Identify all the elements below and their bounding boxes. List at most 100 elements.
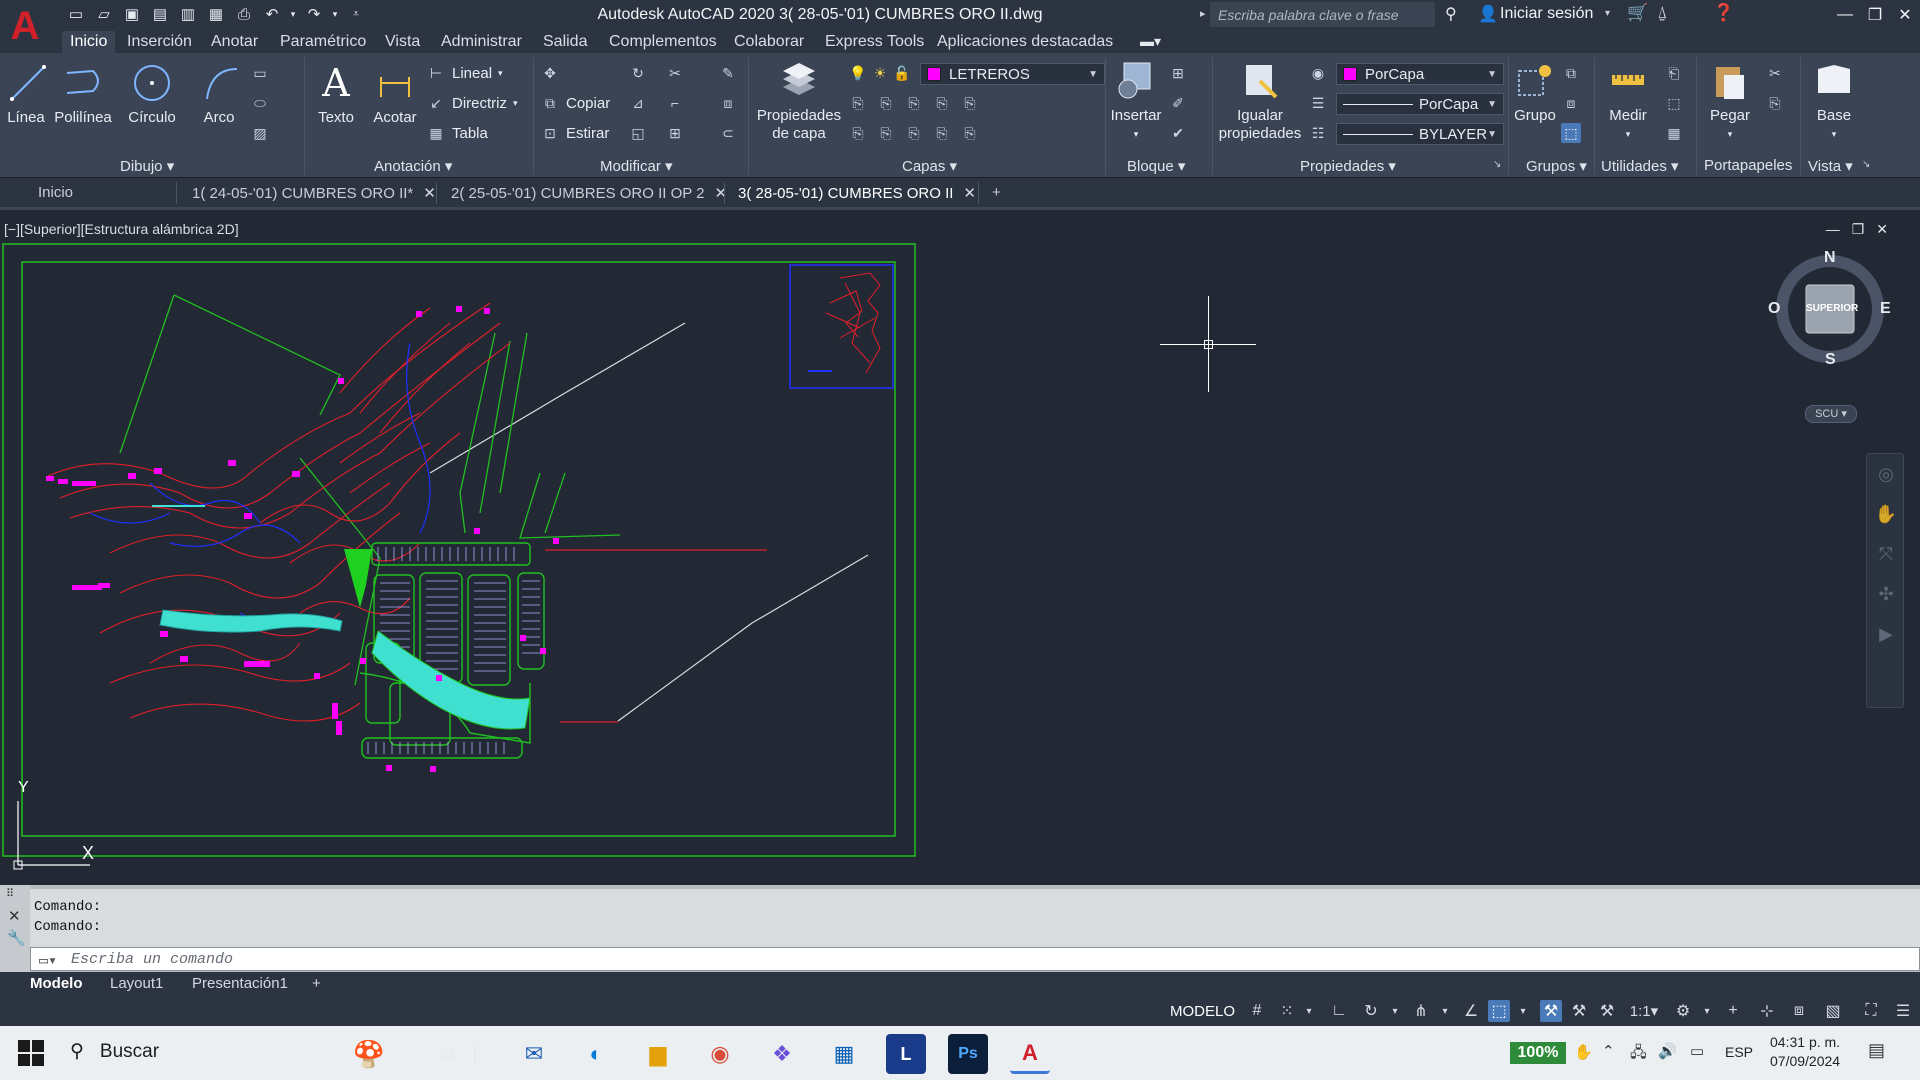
add-layout-icon[interactable]: +: [312, 975, 321, 992]
ribbon-options-icon[interactable]: ▬▾: [1140, 33, 1161, 50]
l-app-icon[interactable]: L: [886, 1034, 926, 1074]
layer-match-icon[interactable]: ⎘: [848, 93, 868, 113]
command-close-icon[interactable]: ✕: [8, 907, 21, 925]
layer-walk-icon[interactable]: ⎘: [960, 93, 980, 113]
create-block-icon[interactable]: ⊞: [1168, 63, 1188, 83]
scale-icon[interactable]: ◱: [628, 123, 648, 143]
annotation-monitor-icon[interactable]: +: [1722, 1000, 1744, 1022]
auto-scale-icon[interactable]: ⚒: [1568, 1000, 1590, 1022]
base-view-button[interactable]: Base ▾: [1810, 59, 1858, 143]
edit-attributes-icon[interactable]: ✔: [1168, 123, 1188, 143]
orbit-icon[interactable]: ✣: [1867, 574, 1905, 614]
linetype-icon[interactable]: ☷: [1308, 123, 1328, 143]
layer-previous-icon[interactable]: ⎘: [876, 93, 896, 113]
help-search-input[interactable]: Escriba palabra clave o frase: [1210, 2, 1435, 27]
rotate-icon[interactable]: ↻: [628, 63, 648, 83]
file-tab-inicio[interactable]: Inicio: [38, 184, 73, 201]
lineweight-dropdown[interactable]: BYLAYER ▼: [1336, 123, 1504, 145]
tab-administrar[interactable]: Administrar: [441, 31, 522, 53]
touch-icon[interactable]: ✋: [1574, 1043, 1593, 1061]
leader-button[interactable]: ↙ Directriz ▾: [426, 93, 517, 113]
restore-icon[interactable]: ❐: [1860, 0, 1890, 29]
autocad-app-icon[interactable]: A: [1010, 1034, 1050, 1074]
object-snap-tracking-icon[interactable]: ∠: [1460, 1000, 1482, 1022]
customization-icon[interactable]: ☰: [1892, 1000, 1914, 1022]
layer-thaw-icon[interactable]: ⎘: [904, 123, 924, 143]
layer-off-icon[interactable]: ⎘: [848, 123, 868, 143]
properties-launcher-icon[interactable]: ↘: [1493, 159, 1501, 170]
layer-dropdown[interactable]: LETREROS ▼: [920, 63, 1105, 85]
annotation-visibility-icon[interactable]: ⚒: [1540, 1000, 1562, 1022]
panel-title-modificar[interactable]: Modificar ▾: [600, 157, 673, 175]
panel-title-propiedades[interactable]: Propiedades ▾: [1300, 157, 1396, 175]
linetype-dropdown[interactable]: PorCapa ▼: [1336, 93, 1504, 115]
lock-ui-icon[interactable]: ▧: [1822, 1000, 1844, 1022]
layer-lock-icon[interactable]: 🔓: [892, 63, 912, 83]
table-button[interactable]: ▦ Tabla: [426, 123, 487, 143]
close-tab-2-icon[interactable]: ✕: [715, 185, 728, 202]
tab-inicio[interactable]: Inicio: [62, 31, 116, 53]
notifications-icon[interactable]: ▤: [1868, 1040, 1885, 1061]
close-tab-1-icon[interactable]: ✕: [423, 185, 436, 202]
layout-tab-presentacion1[interactable]: Presentación1: [192, 975, 288, 992]
panel-title-dibujo[interactable]: Dibujo ▾: [120, 157, 174, 175]
snap-icon[interactable]: ⁙: [1276, 1000, 1298, 1022]
object-snap-icon[interactable]: ⬚: [1488, 1000, 1510, 1022]
chrome-app-icon[interactable]: ◉: [700, 1034, 740, 1074]
ungroup-icon[interactable]: ⧉: [1561, 63, 1581, 83]
annotation-scale-icon[interactable]: ⚒: [1596, 1000, 1618, 1022]
trim-icon[interactable]: ✂: [665, 63, 685, 83]
isodraft-icon[interactable]: ⋔: [1410, 1000, 1432, 1022]
file-explorer-icon[interactable]: ▆: [638, 1034, 678, 1074]
signin-dropdown-icon[interactable]: ▾: [1605, 8, 1610, 19]
quick-properties-icon[interactable]: ⧈: [1788, 1000, 1810, 1022]
viewport-label[interactable]: [−][Superior][Estructura alámbrica 2D]: [4, 221, 239, 237]
autocad-logo-button[interactable]: A: [0, 0, 50, 52]
taskbar-search[interactable]: ⚲ Buscar: [70, 1040, 159, 1063]
group-selection-icon[interactable]: ⬚: [1561, 123, 1581, 143]
steering-wheel-icon[interactable]: ◎: [1867, 454, 1905, 494]
windows-start-icon[interactable]: [18, 1040, 44, 1066]
layer-properties-button[interactable]: Propiedades de capa: [756, 59, 842, 143]
volume-icon[interactable]: 🔊: [1658, 1042, 1677, 1060]
layer-lock-all-icon[interactable]: ⎘: [932, 123, 952, 143]
match-properties-button[interactable]: Igualar propiedades: [1216, 59, 1304, 143]
circle-button[interactable]: Círculo: [128, 61, 176, 127]
task-view-icon[interactable]: ⧉: [428, 1034, 468, 1074]
store-app-icon[interactable]: ▦: [824, 1034, 864, 1074]
ucs-menu[interactable]: SCU ▾: [1805, 405, 1857, 423]
zoom-badge[interactable]: 100%: [1510, 1042, 1566, 1064]
edit-block-icon[interactable]: ✐: [1168, 93, 1188, 113]
binoculars-icon[interactable]: ⚲: [1445, 4, 1457, 24]
ortho-icon[interactable]: ∟: [1328, 1000, 1350, 1022]
polar-icon[interactable]: ↻: [1360, 1000, 1382, 1022]
arc-button[interactable]: Arco: [199, 61, 239, 127]
calculator-icon[interactable]: ▦: [1664, 123, 1684, 143]
new-tab-icon[interactable]: +: [992, 184, 1001, 201]
close-tab-3-icon[interactable]: ✕: [963, 185, 976, 202]
copy-clip-icon[interactable]: ⎘: [1765, 93, 1785, 113]
paste-button[interactable]: Pegar ▾: [1706, 59, 1754, 143]
color-wheel-icon[interactable]: ◉: [1308, 63, 1328, 83]
line-button[interactable]: Línea: [6, 61, 46, 127]
showmotion-icon[interactable]: ▶: [1867, 614, 1905, 654]
viewcube-east[interactable]: E: [1880, 300, 1891, 318]
panel-title-utilidades[interactable]: Utilidades ▾: [1601, 157, 1679, 175]
polar-dropdown-icon[interactable]: ▾: [1384, 1000, 1406, 1022]
hatch-icon[interactable]: ⬭: [250, 93, 270, 113]
gradient-icon[interactable]: ▨: [250, 123, 270, 143]
search-highlight-icon[interactable]: 🍄: [324, 1034, 414, 1074]
pan-icon[interactable]: ✋: [1867, 494, 1905, 534]
object-snap-dropdown-icon[interactable]: ▾: [1512, 1000, 1534, 1022]
taskbar-clock[interactable]: 04:31 p. m. 07/09/2024: [1770, 1033, 1840, 1071]
quick-select-icon[interactable]: ⎗: [1664, 63, 1684, 83]
copilot-app-icon[interactable]: ❖: [762, 1034, 802, 1074]
command-window-handle[interactable]: ⠿ ✕ 🔧: [0, 885, 30, 972]
recent-commands-icon[interactable]: ▭▾: [39, 951, 57, 970]
copy-button[interactable]: ⧉ Copiar: [540, 93, 610, 113]
text-button[interactable]: A Texto: [314, 61, 358, 127]
command-customize-icon[interactable]: 🔧: [7, 929, 26, 947]
search-expand-icon[interactable]: ▸: [1200, 7, 1206, 20]
tab-express-tools[interactable]: Express Tools: [825, 31, 924, 53]
panel-title-anotacion[interactable]: Anotación ▾: [374, 157, 452, 175]
